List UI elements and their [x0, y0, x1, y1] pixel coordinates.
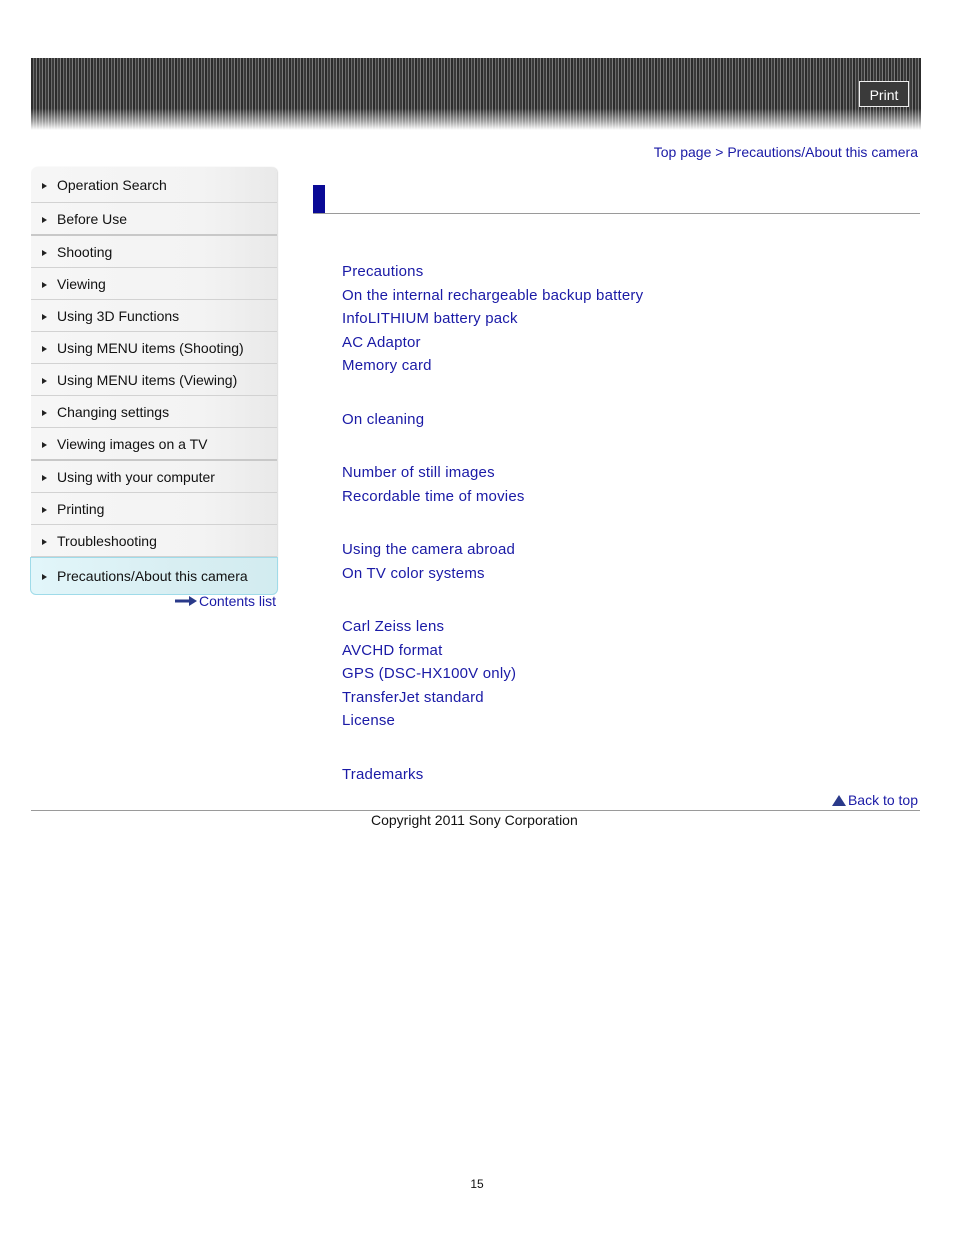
link-transferjet[interactable]: TransferJet standard: [342, 686, 643, 710]
page-number: 15: [470, 1177, 484, 1191]
link-tv-color-systems[interactable]: On TV color systems: [342, 562, 643, 586]
triangle-right-icon: [42, 249, 47, 256]
sidebar-item-shooting[interactable]: Shooting: [31, 236, 277, 268]
triangle-right-icon: [42, 182, 47, 189]
link-camera-abroad[interactable]: Using the camera abroad: [342, 538, 643, 562]
breadcrumb-top-page[interactable]: Top page: [654, 144, 712, 160]
link-on-cleaning[interactable]: On cleaning: [342, 408, 643, 432]
sidebar-item-label: Printing: [57, 500, 105, 517]
link-group-precautions: Precautions On the internal rechargeable…: [342, 260, 643, 378]
triangle-right-icon: [42, 377, 47, 384]
contents-list-label: Contents list: [199, 593, 277, 609]
sidebar-item-viewing-on-tv[interactable]: Viewing images on a TV: [31, 428, 277, 461]
sidebar-item-precautions[interactable]: Precautions/About this camera: [30, 557, 278, 595]
sidebar-item-label: Using MENU items (Shooting): [57, 339, 244, 356]
sidebar-item-label: Operation Search: [57, 176, 167, 193]
sidebar-nav: Operation Search Before Use Shooting Vie…: [30, 167, 278, 595]
triangle-right-icon: [42, 506, 47, 513]
triangle-right-icon: [42, 313, 47, 320]
link-memory-card[interactable]: Memory card: [342, 354, 643, 378]
sidebar-item-label: Precautions/About this camera: [57, 568, 248, 584]
link-group-abroad: Using the camera abroad On TV color syst…: [342, 538, 643, 585]
link-trademarks[interactable]: Trademarks: [342, 763, 643, 787]
arrow-right-icon: [175, 596, 197, 606]
footer-divider: [31, 810, 920, 811]
sidebar-item-label: Shooting: [57, 243, 113, 260]
triangle-right-icon: [42, 281, 47, 288]
link-backup-battery[interactable]: On the internal rechargeable backup batt…: [342, 284, 643, 308]
sidebar-item-label: Using 3D Functions: [57, 307, 180, 324]
link-group-capacity: Number of still images Recordable time o…: [342, 461, 643, 508]
link-group-trademarks: Trademarks: [342, 763, 643, 787]
sidebar-item-label: Viewing images on a TV: [57, 435, 208, 452]
link-group-about: Carl Zeiss lens AVCHD format GPS (DSC-HX…: [342, 615, 643, 733]
sidebar-item-label: Using with your computer: [57, 468, 215, 485]
sidebar-item-label: Using MENU items (Viewing): [57, 371, 238, 388]
sidebar-item-using-3d-functions[interactable]: Using 3D Functions: [31, 300, 277, 332]
header-banner: Print: [31, 58, 921, 130]
link-avchd[interactable]: AVCHD format: [342, 639, 643, 663]
link-ac-adaptor[interactable]: AC Adaptor: [342, 331, 643, 355]
triangle-right-icon: [42, 474, 47, 481]
sidebar-item-label: Changing settings: [57, 403, 170, 420]
triangle-right-icon: [42, 441, 47, 448]
link-precautions[interactable]: Precautions: [342, 260, 643, 284]
triangle-right-icon: [42, 409, 47, 416]
triangle-up-icon: [831, 794, 846, 806]
sidebar-item-label: Before Use: [57, 210, 128, 227]
triangle-right-icon: [42, 538, 47, 545]
contents-list-link[interactable]: Contents list: [175, 593, 276, 609]
back-to-top-link[interactable]: Back to top: [831, 792, 918, 808]
print-button[interactable]: Print: [859, 81, 909, 107]
page-title-marker: [313, 185, 325, 214]
sidebar-item-menu-shooting[interactable]: Using MENU items (Shooting): [31, 332, 277, 364]
link-number-still-images[interactable]: Number of still images: [342, 461, 643, 485]
sidebar-item-menu-viewing[interactable]: Using MENU items (Viewing): [31, 364, 277, 396]
breadcrumb-separator: >: [715, 144, 724, 160]
triangle-right-icon: [42, 345, 47, 352]
sidebar-item-before-use[interactable]: Before Use: [31, 203, 277, 236]
breadcrumb-current[interactable]: Precautions/About this camera: [727, 144, 918, 160]
topic-links: Precautions On the internal rechargeable…: [342, 260, 643, 816]
sidebar-item-printing[interactable]: Printing: [31, 493, 277, 525]
sidebar-item-viewing[interactable]: Viewing: [31, 268, 277, 300]
triangle-right-icon: [42, 216, 47, 223]
copyright-text: Copyright 2011 Sony Corporation: [371, 812, 578, 828]
sidebar-item-label: Viewing: [57, 275, 106, 292]
link-carl-zeiss[interactable]: Carl Zeiss lens: [342, 615, 643, 639]
sidebar-item-changing-settings[interactable]: Changing settings: [31, 396, 277, 428]
sidebar-item-label: Troubleshooting: [57, 532, 157, 549]
breadcrumb: Top page > Precautions/About this camera: [654, 144, 918, 160]
link-gps[interactable]: GPS (DSC-HX100V only): [342, 662, 643, 686]
triangle-right-icon: [42, 574, 47, 580]
sidebar-item-operation-search[interactable]: Operation Search: [31, 167, 277, 203]
sidebar-item-troubleshooting[interactable]: Troubleshooting: [31, 525, 277, 557]
sidebar-item-using-with-computer[interactable]: Using with your computer: [31, 461, 277, 493]
link-group-cleaning: On cleaning: [342, 408, 643, 432]
link-license[interactable]: License: [342, 709, 643, 733]
link-infolithium[interactable]: InfoLITHIUM battery pack: [342, 307, 643, 331]
title-divider: [313, 213, 920, 214]
link-recordable-time[interactable]: Recordable time of movies: [342, 485, 643, 509]
back-to-top-label: Back to top: [847, 792, 918, 808]
